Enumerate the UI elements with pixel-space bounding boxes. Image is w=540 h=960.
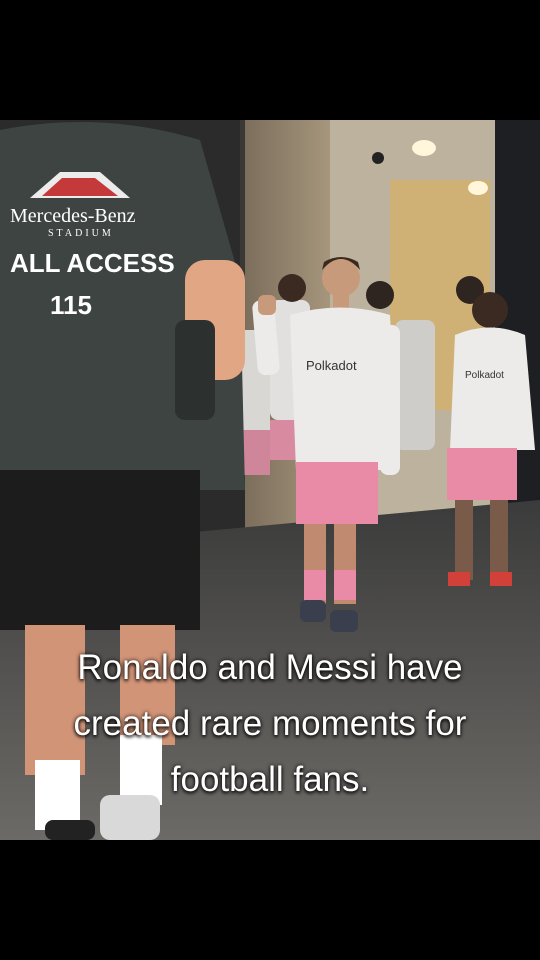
svg-text:Polkadot: Polkadot bbox=[465, 370, 504, 381]
ceiling-light bbox=[412, 140, 436, 156]
svg-text:Mercedes-Benz: Mercedes-Benz bbox=[10, 205, 136, 227]
video-caption: Ronaldo and Messi have created rare mome… bbox=[0, 640, 540, 808]
video-frame: Polkadot Polkadot Mercedes-Benz STADIUM … bbox=[0, 0, 540, 960]
svg-text:115: 115 bbox=[50, 290, 92, 320]
svg-text:Polkadot: Polkadot bbox=[306, 358, 357, 373]
svg-text:STADIUM: STADIUM bbox=[48, 228, 114, 239]
caption-line: football fans. bbox=[170, 760, 370, 799]
ceiling-light bbox=[468, 181, 488, 195]
caption-line: created rare moments for bbox=[73, 704, 467, 743]
svg-text:ALL ACCESS: ALL ACCESS bbox=[10, 248, 175, 278]
security-camera bbox=[372, 152, 384, 164]
caption-line: Ronaldo and Messi have bbox=[77, 648, 463, 687]
